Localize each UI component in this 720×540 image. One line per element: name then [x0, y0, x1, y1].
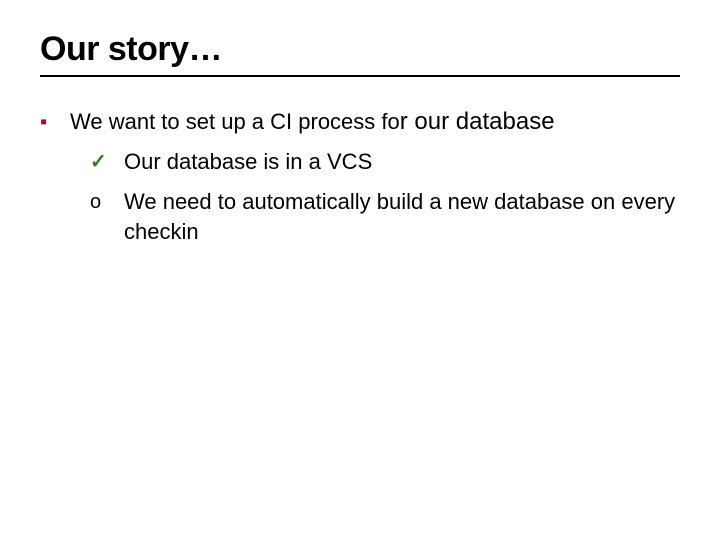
- list-item: o We need to automatically build a new d…: [90, 187, 680, 247]
- main-bullet-lead: We want to set up a CI process fo: [70, 109, 400, 134]
- check-icon: ✓: [90, 147, 124, 177]
- main-bullet-trail: r our database: [400, 108, 555, 135]
- main-bullet: ▪ We want to set up a CI process for our…: [40, 107, 680, 137]
- sub-bullet-text: We need to automatically build a new dat…: [124, 187, 680, 247]
- list-item: ✓ Our database is in a VCS: [90, 147, 680, 177]
- slide-title: Our story…: [40, 30, 680, 69]
- title-rule: [40, 75, 680, 77]
- circle-bullet-icon: o: [90, 187, 124, 217]
- main-bullet-text: We want to set up a CI process for our d…: [70, 107, 680, 137]
- square-bullet-icon: ▪: [40, 107, 70, 137]
- sub-bullet-list: ✓ Our database is in a VCS o We need to …: [90, 147, 680, 247]
- slide: Our story… ▪ We want to set up a CI proc…: [0, 0, 720, 540]
- sub-bullet-text: Our database is in a VCS: [124, 147, 680, 177]
